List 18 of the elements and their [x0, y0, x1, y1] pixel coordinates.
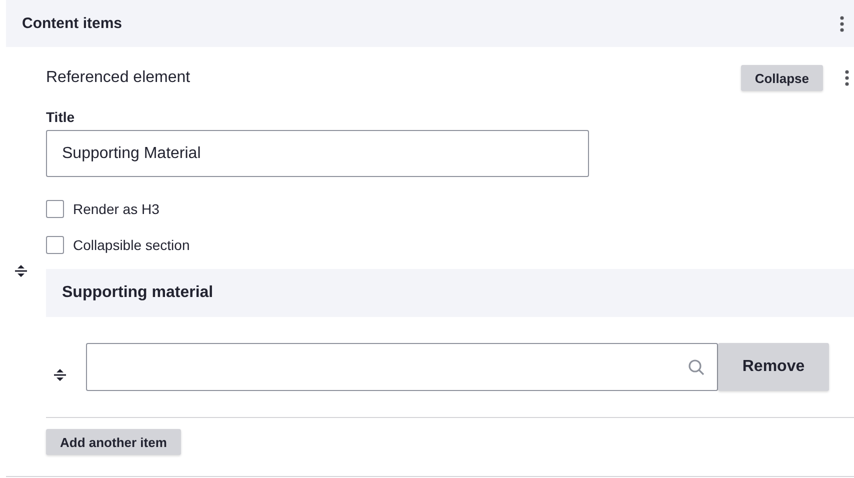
subsection-title: Supporting material	[62, 284, 214, 302]
section-title: Content items	[22, 15, 122, 32]
drag-handle-icon[interactable]	[15, 265, 27, 277]
more-options-icon[interactable]	[840, 16, 844, 32]
checkbox[interactable]	[46, 236, 64, 254]
element-label: Referenced element	[46, 69, 192, 87]
field-label: Title	[46, 109, 76, 125]
more-options-icon[interactable]	[845, 70, 849, 86]
autocomplete-field[interactable]	[86, 343, 718, 391]
add-another-item-button[interactable]: Add another item	[46, 429, 181, 455]
checkbox-label: Collapsible section	[73, 237, 190, 253]
collapse-button[interactable]: Collapse	[740, 65, 823, 91]
checkbox-label: Render as H3	[73, 201, 160, 217]
title-input-field[interactable]: Supporting Material	[46, 130, 589, 177]
remove-button[interactable]: Remove	[718, 343, 829, 391]
checkbox[interactable]	[46, 200, 64, 218]
search-icon	[688, 358, 705, 376]
drag-handle-icon[interactable]	[54, 369, 66, 381]
